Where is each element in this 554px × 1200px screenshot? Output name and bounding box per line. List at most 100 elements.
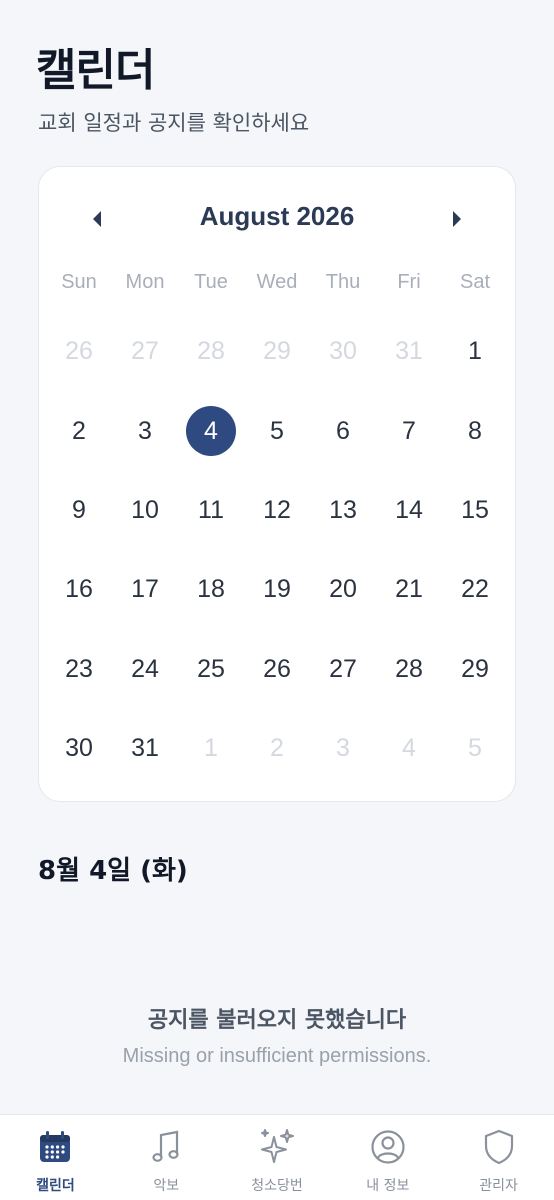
day-number: 12 — [263, 495, 291, 524]
day-number: 30 — [329, 337, 357, 366]
day-cell[interactable]: 1 — [442, 312, 508, 391]
day-cell[interactable]: 5 — [442, 709, 508, 788]
day-cell[interactable]: 19 — [244, 550, 310, 629]
day-cell[interactable]: 26 — [46, 312, 112, 391]
day-number: 21 — [395, 575, 423, 604]
day-cell[interactable]: 14 — [376, 471, 442, 550]
day-number: 15 — [461, 495, 489, 524]
day-number: 10 — [131, 495, 159, 524]
selected-date-heading: 8월 4일 (화) — [38, 856, 188, 886]
day-cell[interactable]: 28 — [376, 630, 442, 709]
nav-tab-label: 캘린더 — [36, 1178, 75, 1194]
day-cell[interactable]: 30 — [46, 709, 112, 788]
day-number: 25 — [197, 654, 225, 683]
day-cell[interactable]: 27 — [112, 312, 178, 391]
user-circle-icon — [368, 1127, 408, 1167]
day-cell-selected[interactable]: 4 — [178, 391, 244, 470]
sparkles-icon — [257, 1127, 297, 1167]
day-cell[interactable]: 23 — [46, 630, 112, 709]
day-cell[interactable]: 7 — [376, 391, 442, 470]
day-cell[interactable]: 20 — [310, 550, 376, 629]
music-note-icon — [146, 1127, 186, 1167]
day-number: 27 — [329, 654, 357, 683]
day-cell[interactable]: 5 — [244, 391, 310, 470]
day-number: 4 — [402, 734, 416, 763]
day-number: 9 — [72, 495, 86, 524]
day-cell[interactable]: 2 — [46, 391, 112, 470]
day-cell[interactable]: 9 — [46, 471, 112, 550]
nav-tab-cleaning-duty[interactable]: 청소당번 — [222, 1115, 333, 1200]
day-number: 23 — [65, 654, 93, 683]
day-number: 4 — [204, 416, 218, 445]
day-cell[interactable]: 6 — [310, 391, 376, 470]
day-cell[interactable]: 13 — [310, 471, 376, 550]
nav-tab-sheet-music[interactable]: 악보 — [111, 1115, 222, 1200]
day-cell[interactable]: 11 — [178, 471, 244, 550]
day-number: 3 — [138, 416, 152, 445]
day-number: 20 — [329, 575, 357, 604]
nav-tab-admin[interactable]: 관리자 — [443, 1115, 554, 1200]
day-number: 1 — [204, 734, 218, 763]
weekday-label: Thu — [325, 271, 361, 293]
weekday-label: Tue — [194, 271, 228, 293]
next-month-button[interactable] — [435, 197, 479, 241]
day-cell[interactable]: 29 — [244, 312, 310, 391]
day-cell[interactable]: 21 — [376, 550, 442, 629]
day-cell[interactable]: 3 — [112, 391, 178, 470]
day-cell[interactable]: 10 — [112, 471, 178, 550]
day-number: 31 — [395, 337, 423, 366]
day-cell[interactable]: 27 — [310, 630, 376, 709]
calendar-icon — [35, 1127, 75, 1167]
day-cell[interactable]: 8 — [442, 391, 508, 470]
weekday-label: Mon — [125, 271, 165, 293]
calendar-card: August 2026 Sun Mon Tue Wed Thu Fri Sat … — [38, 166, 516, 802]
calendar-header: August 2026 — [39, 197, 515, 241]
day-number: 24 — [131, 654, 159, 683]
calendar-screen: 캘린더 교회 일정과 공지를 확인하세요 August 2026 Sun Mon… — [0, 0, 554, 1200]
page-subtitle: 교회 일정과 공지를 확인하세요 — [38, 111, 310, 135]
day-number: 31 — [131, 734, 159, 763]
day-cell[interactable]: 30 — [310, 312, 376, 391]
day-cell[interactable]: 22 — [442, 550, 508, 629]
weekday-label: Fri — [397, 271, 421, 293]
day-cell[interactable]: 31 — [376, 312, 442, 391]
day-number: 7 — [402, 416, 416, 445]
day-number: 5 — [270, 416, 284, 445]
notice-error-title: 공지를 불러오지 못했습니다 — [147, 1008, 407, 1033]
day-number: 14 — [395, 495, 423, 524]
day-cell[interactable]: 16 — [46, 550, 112, 629]
day-number: 17 — [131, 575, 159, 604]
nav-tab-label: 관리자 — [479, 1178, 518, 1194]
nav-tab-calendar[interactable]: 캘린더 — [0, 1115, 111, 1200]
day-number: 6 — [336, 416, 350, 445]
day-number: 19 — [263, 575, 291, 604]
day-number: 2 — [72, 416, 86, 445]
day-cell[interactable]: 1 — [178, 709, 244, 788]
page-title: 캘린더 — [36, 45, 155, 96]
day-cell[interactable]: 2 — [244, 709, 310, 788]
day-cell[interactable]: 26 — [244, 630, 310, 709]
day-number: 11 — [198, 495, 224, 524]
day-number: 8 — [468, 416, 482, 445]
days-grid: 26 27 28 29 30 31 1 2 3 4 5 6 7 8 9 10 11 12 13 14 15 16 17 18 1… — [46, 312, 510, 788]
day-cell[interactable]: 4 — [376, 709, 442, 788]
day-cell[interactable]: 31 — [112, 709, 178, 788]
day-cell[interactable]: 17 — [112, 550, 178, 629]
notice-error-detail: Missing or insufficient permissions. — [122, 1045, 432, 1067]
day-cell[interactable]: 29 — [442, 630, 508, 709]
day-number: 2 — [270, 734, 284, 763]
day-cell[interactable]: 15 — [442, 471, 508, 550]
weekday-label: Sat — [459, 271, 491, 293]
day-cell[interactable]: 18 — [178, 550, 244, 629]
day-cell[interactable]: 25 — [178, 630, 244, 709]
day-cell[interactable]: 24 — [112, 630, 178, 709]
nav-tab-my-info[interactable]: 내 정보 — [332, 1115, 443, 1200]
day-cell[interactable]: 3 — [310, 709, 376, 788]
day-cell[interactable]: 28 — [178, 312, 244, 391]
day-number: 22 — [461, 575, 489, 604]
day-number: 30 — [65, 734, 93, 763]
day-number: 29 — [263, 337, 291, 366]
day-cell[interactable]: 12 — [244, 471, 310, 550]
day-number: 13 — [329, 495, 357, 524]
day-number: 26 — [65, 337, 93, 366]
